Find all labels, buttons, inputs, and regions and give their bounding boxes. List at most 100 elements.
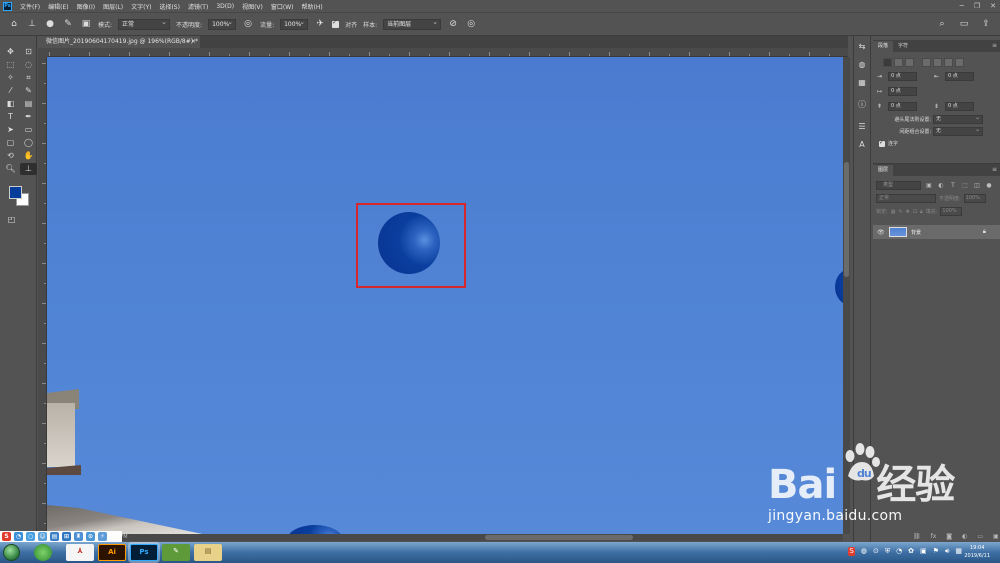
justify-last-right-button[interactable] bbox=[944, 58, 953, 67]
clone-source-icon[interactable]: ▣ bbox=[80, 18, 92, 30]
menu-filter[interactable]: 滤镜(T) bbox=[184, 2, 212, 11]
clone-stamp-icon[interactable]: ⊥ bbox=[26, 18, 38, 30]
marquee-tool-icon[interactable]: ⬚ bbox=[2, 59, 19, 71]
magic-wand-tool-icon[interactable]: ✧ bbox=[2, 72, 19, 84]
history-icon[interactable]: ⇆ bbox=[854, 40, 870, 54]
lock-move-icon[interactable]: ✥ bbox=[906, 209, 910, 215]
move-tool-icon[interactable]: ✥ bbox=[2, 46, 19, 58]
filter-pixel-icon[interactable]: ▣ bbox=[925, 182, 933, 190]
info-icon[interactable]: ⓘ bbox=[854, 98, 870, 112]
path-select-tool-icon[interactable]: ➤ bbox=[2, 124, 19, 136]
mask-icon[interactable]: ◙ bbox=[946, 533, 952, 540]
justify-all-button[interactable] bbox=[955, 58, 964, 67]
flag-icon[interactable]: ⚑ bbox=[933, 547, 939, 556]
vertical-scroll-thumb[interactable] bbox=[844, 162, 849, 277]
horizontal-scroll-thumb[interactable] bbox=[485, 535, 633, 540]
ellipse-tool-icon[interactable]: ◯ bbox=[20, 137, 37, 149]
app-icon-3[interactable]: ☺ bbox=[38, 532, 47, 541]
filter-adjustment-icon[interactable]: ◐ bbox=[937, 182, 945, 190]
filter-type-icon[interactable]: T bbox=[949, 182, 957, 190]
tray-icon-e[interactable]: ▣ bbox=[920, 547, 927, 556]
adjustments-icon[interactable]: ☰ bbox=[854, 120, 870, 134]
menu-select[interactable]: 选择(S) bbox=[155, 2, 184, 11]
photoshop-app-icon[interactable]: Ps bbox=[130, 544, 158, 561]
swatches-icon[interactable]: ▦ bbox=[854, 76, 870, 90]
app-icon-green[interactable]: ✎ bbox=[162, 544, 190, 561]
lock-paint-icon[interactable]: ✎ bbox=[898, 209, 902, 215]
group-icon[interactable]: ▭ bbox=[977, 533, 983, 540]
pressure-opacity-icon[interactable]: ◎ bbox=[242, 18, 254, 30]
fill-field[interactable]: 100% bbox=[940, 207, 963, 216]
panel-menu-icon[interactable]: ≡ bbox=[992, 42, 997, 49]
layer-row-background[interactable]: 👁︎ 背景 🔒︎ bbox=[873, 225, 1000, 239]
align-right-button[interactable] bbox=[905, 58, 914, 67]
right-indent-field[interactable]: 0 点 bbox=[945, 72, 974, 81]
shield-icon[interactable]: ⛨ bbox=[885, 547, 890, 556]
layers-menu-icon[interactable]: ≡ bbox=[992, 166, 997, 173]
lasso-tool-icon[interactable]: ◌ bbox=[20, 59, 37, 71]
app-icon-2[interactable]: ○ bbox=[26, 532, 35, 541]
menu-type[interactable]: 文字(Y) bbox=[127, 2, 155, 11]
menu-layer[interactable]: 图层(L) bbox=[99, 2, 127, 11]
left-indent-field[interactable]: 0 点 bbox=[888, 72, 917, 81]
rotate-view-tool-icon[interactable]: ⟲ bbox=[2, 150, 19, 162]
visibility-eye-icon[interactable]: 👁︎ bbox=[877, 229, 885, 236]
align-left-button[interactable] bbox=[883, 58, 892, 67]
volume-icon[interactable]: 🔊︎ bbox=[945, 547, 949, 556]
zoom-tool-icon[interactable]: 🔍︎ bbox=[2, 163, 19, 175]
color-swatches[interactable] bbox=[9, 186, 31, 208]
network-icon[interactable]: ▦ bbox=[955, 547, 962, 556]
menu-file[interactable]: 文件(F) bbox=[16, 2, 44, 11]
healing-tool-icon[interactable]: ▢ bbox=[2, 137, 19, 149]
document-tab[interactable]: 微信图片_20190604170419.jpg @ 196%(RGB/8#) *… bbox=[38, 36, 200, 48]
restore-icon[interactable]: ❐ bbox=[974, 2, 980, 10]
mode-select[interactable]: 正常 bbox=[118, 18, 171, 30]
mojikumi-select[interactable]: 无 bbox=[933, 126, 983, 136]
character-icon[interactable]: A bbox=[854, 138, 870, 152]
space-before-field[interactable]: 0 点 bbox=[888, 102, 917, 111]
vertical-ruler[interactable] bbox=[38, 57, 47, 534]
hand-tool-icon[interactable]: ✋ bbox=[20, 150, 37, 162]
menu-3d[interactable]: 3D(D) bbox=[212, 3, 238, 10]
file-explorer-icon[interactable]: ▤ bbox=[194, 544, 222, 561]
app-icon-6[interactable]: ♜ bbox=[74, 532, 83, 541]
pen-tool-icon[interactable]: ✒ bbox=[20, 111, 37, 123]
horizontal-ruler[interactable] bbox=[47, 48, 848, 57]
illustrator-app-icon[interactable]: Ai bbox=[98, 544, 126, 561]
type-tool-icon[interactable]: T bbox=[2, 111, 19, 123]
opacity-select[interactable]: 100% bbox=[208, 18, 237, 30]
kinsoku-select[interactable]: 无 bbox=[933, 114, 983, 124]
properties-icon[interactable]: ◍ bbox=[854, 58, 870, 72]
sample-select[interactable]: 当前图层 bbox=[383, 18, 442, 30]
gradient-tool-icon[interactable]: ▤ bbox=[20, 98, 37, 110]
adjustment-layer-icon[interactable]: ◐ bbox=[962, 533, 967, 540]
browser-app-icon[interactable] bbox=[34, 544, 52, 561]
pressure-size-icon[interactable]: ◎ bbox=[465, 18, 477, 30]
lock-pixels-icon[interactable]: ▦ bbox=[891, 209, 896, 215]
layer-opacity-field[interactable]: 100% bbox=[963, 194, 986, 203]
app-icon-5[interactable]: ⊞ bbox=[62, 532, 71, 541]
airbrush-icon[interactable]: ✈ bbox=[314, 18, 326, 30]
menu-help[interactable]: 帮助(H) bbox=[298, 2, 327, 11]
new-layer-icon[interactable]: ▣ bbox=[993, 533, 999, 540]
layer-style-icon[interactable]: fx bbox=[931, 533, 937, 540]
menu-image[interactable]: 图像(I) bbox=[73, 2, 99, 11]
home-icon[interactable]: ⌂ bbox=[8, 18, 20, 30]
eraser-tool-icon[interactable]: ◧ bbox=[2, 98, 19, 110]
justify-last-center-button[interactable] bbox=[933, 58, 942, 67]
tray-icon-b[interactable]: ⊙ bbox=[873, 547, 879, 556]
taskbar-clock[interactable]: 19:04 2019/6/11 bbox=[964, 544, 990, 560]
foreground-color[interactable] bbox=[9, 186, 22, 199]
crop-tool-icon[interactable]: ⌗ bbox=[20, 72, 37, 84]
menu-window[interactable]: 窗口(W) bbox=[267, 2, 298, 11]
layer-kind-filter[interactable]: 类型 bbox=[876, 181, 921, 190]
clone-stamp-tool-icon[interactable]: ⊥ bbox=[20, 163, 37, 175]
align-center-button[interactable] bbox=[894, 58, 903, 67]
quick-mask-icon[interactable]: ◰ bbox=[3, 214, 20, 226]
close-icon[interactable]: ✕ bbox=[990, 2, 996, 10]
brush-preset-icon[interactable]: ● bbox=[44, 18, 56, 30]
rectangle-tool-icon[interactable]: ▭ bbox=[20, 124, 37, 136]
justify-last-left-button[interactable] bbox=[922, 58, 931, 67]
menu-edit[interactable]: 编辑(E) bbox=[44, 2, 72, 11]
app-icon-4[interactable]: ▤ bbox=[50, 532, 59, 541]
